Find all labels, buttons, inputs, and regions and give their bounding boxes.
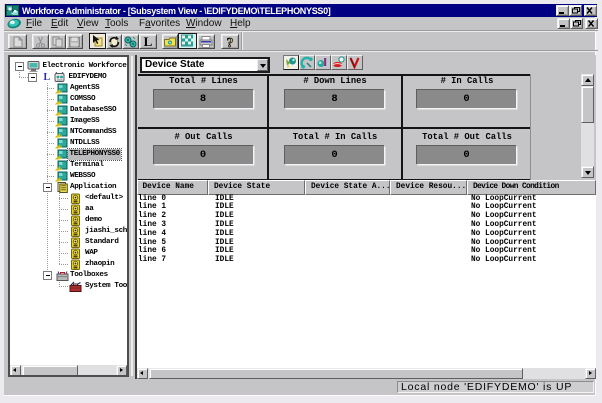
svg-text:?: ? xyxy=(227,36,234,49)
